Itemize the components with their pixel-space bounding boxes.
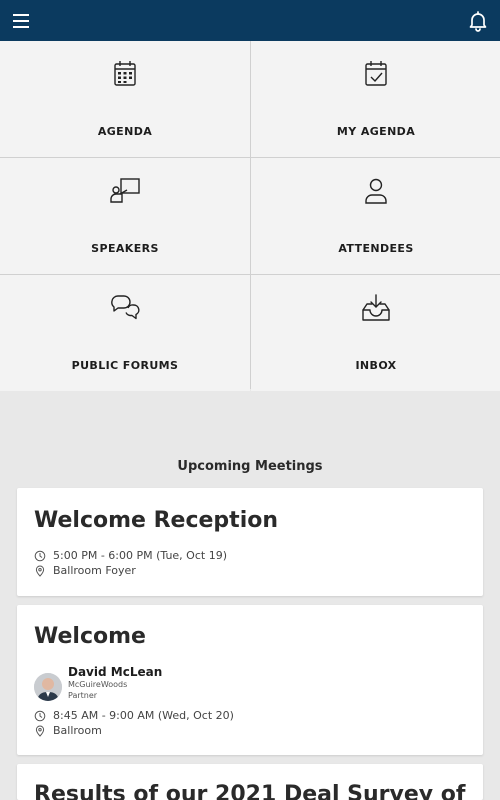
navigation-grid: AGENDA MY AGENDA SPEAKERS ATTENDEES PUBL… [0,41,500,391]
speaker-row[interactable]: David McLean McGuireWoods Partner [34,665,163,701]
avatar [34,673,62,701]
meeting-title: Results of our 2021 Deal Survey of [34,782,466,800]
meeting-location: Ballroom Foyer [34,564,136,577]
meeting-title: Welcome Reception [34,508,279,533]
tile-inbox[interactable]: INBOX [251,275,500,391]
tile-public-forums[interactable]: PUBLIC FORUMS [0,275,250,391]
meeting-time-text: 5:00 PM - 6:00 PM (Tue, Oct 19) [53,549,227,562]
speaker-role: Partner [68,691,98,700]
tile-label: SPEAKERS [91,242,159,255]
meeting-title: Welcome [34,624,146,649]
meeting-card[interactable]: Welcome Reception 5:00 PM - 6:00 PM (Tue… [17,488,483,596]
meeting-time-text: 8:45 AM - 9:00 AM (Wed, Oct 20) [53,709,234,722]
location-pin-icon [35,725,45,737]
tile-label: PUBLIC FORUMS [71,359,179,372]
app-header [0,0,500,41]
calendar-icon [114,61,136,86]
meeting-location-text: Ballroom [53,724,102,737]
hamburger-menu-icon[interactable] [10,9,34,33]
person-icon [365,178,387,204]
speaker-name: David McLean [68,665,163,679]
tile-label: ATTENDEES [338,242,414,255]
tile-label: AGENDA [97,125,153,138]
calendar-check-icon [365,61,387,86]
clock-icon [34,710,46,721]
bell-icon[interactable] [466,9,490,33]
tile-attendees[interactable]: ATTENDEES [251,158,500,274]
meeting-time: 5:00 PM - 6:00 PM (Tue, Oct 19) [34,549,227,562]
tile-label: MY AGENDA [336,125,416,138]
tile-speakers[interactable]: SPEAKERS [0,158,250,274]
meeting-card[interactable]: Results of our 2021 Deal Survey of [17,764,483,800]
clock-icon [34,550,46,561]
tile-my-agenda[interactable]: MY AGENDA [251,41,500,157]
location-pin-icon [35,565,45,577]
meeting-location: Ballroom [34,724,102,737]
tile-agenda[interactable]: AGENDA [0,41,250,157]
presenter-icon [110,178,140,203]
meeting-location-text: Ballroom Foyer [53,564,136,577]
tile-label: INBOX [355,359,397,372]
meeting-time: 8:45 AM - 9:00 AM (Wed, Oct 20) [34,709,234,722]
chat-bubbles-icon [111,295,140,320]
inbox-download-icon [362,294,390,321]
upcoming-meetings-title: Upcoming Meetings [177,459,323,474]
meeting-card[interactable]: Welcome David McLean McGuireWoods Partne… [17,605,483,755]
speaker-organization: McGuireWoods [68,680,128,689]
